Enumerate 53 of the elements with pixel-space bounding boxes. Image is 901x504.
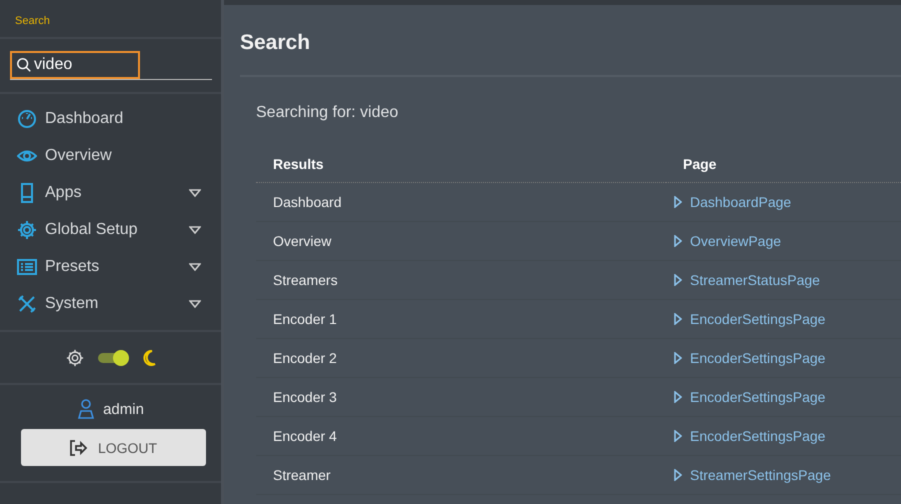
logout-icon [70,440,88,456]
gear-icon [17,220,37,240]
result-name: Overview [273,233,332,249]
play-icon [674,313,682,325]
nav-item[interactable]: Dashboard [0,100,221,137]
nav-item[interactable]: Global Setup [0,211,221,248]
logout-button[interactable]: LOGOUT [21,429,206,466]
result-name: Dashboard [273,194,342,210]
page-link[interactable]: DashboardPage [674,194,792,210]
result-name: Encoder 3 [273,389,337,405]
result-name: Streamers [273,272,338,288]
nav-item[interactable]: System [0,285,221,322]
caret-icon [189,226,201,234]
play-icon [674,352,682,364]
nav-item[interactable]: Overview [0,137,221,174]
play-icon [674,391,682,403]
gear-icon [66,348,84,366]
column-header: Results [256,150,666,183]
page-link[interactable]: OverviewPage [674,233,782,249]
search-box[interactable]: video [10,51,140,79]
nav-item[interactable]: Presets [0,248,221,285]
caret-icon [189,300,201,308]
page-link[interactable]: EncoderSettingsPage [674,389,826,405]
page-link[interactable]: EncoderSettingsPage [674,311,826,327]
tools-icon [17,294,37,314]
page-link[interactable]: StreamerSettingsPage [674,467,831,483]
caret-icon [189,188,201,196]
result-name: Streamer [273,467,331,483]
result-name: Encoder 2 [273,350,337,366]
result-name: Encoder 4 [273,428,337,444]
page-link[interactable]: EncoderSettingsPage [674,350,826,366]
search-input[interactable]: video [34,56,134,74]
list-icon [17,256,37,276]
sidebar-title: Search [0,0,221,39]
page-link[interactable]: StreamerStatusPage [674,272,820,288]
search-query: Searching for: video [255,103,400,123]
gauge-icon [17,108,37,128]
nav-item[interactable]: Apps [0,174,221,211]
result-name: Encoder 1 [273,311,337,327]
page-link[interactable]: EncoderSettingsPage [674,428,826,444]
play-icon [674,196,682,208]
play-icon [674,469,682,481]
play-icon [674,274,682,286]
page-title: Search [240,5,901,77]
search-icon [16,56,32,74]
user-icon [77,399,96,419]
caret-icon [189,262,201,270]
moon-icon [142,350,156,366]
play-icon [674,430,682,442]
user-name: admin [103,400,144,418]
play-icon [674,235,682,247]
theme-toggle[interactable] [98,352,128,362]
column-header: Page [666,150,901,183]
